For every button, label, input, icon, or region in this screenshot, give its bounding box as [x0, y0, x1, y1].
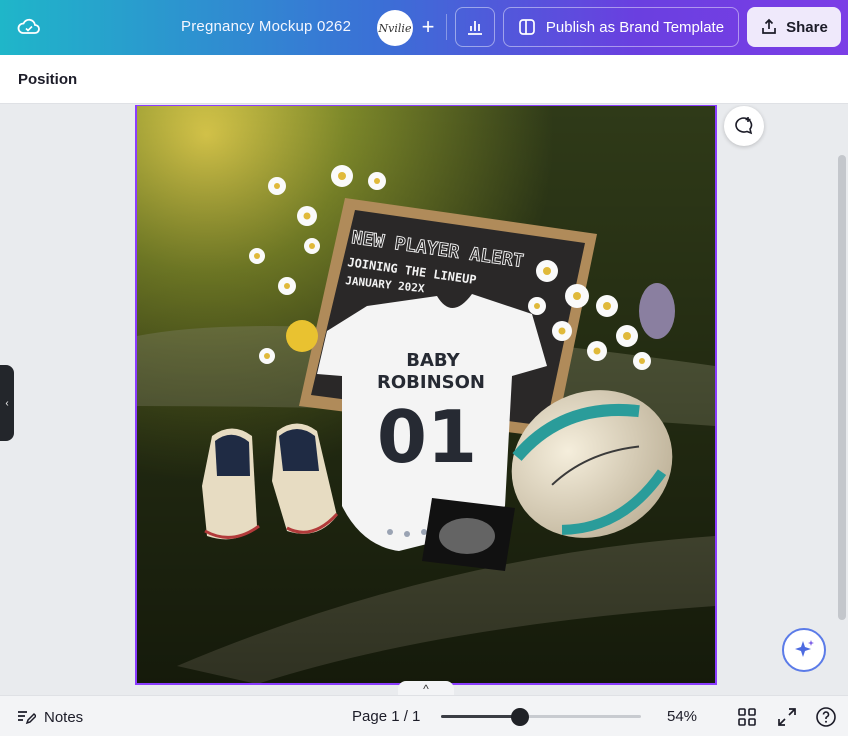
editor-footer: Notes Page 1 / 1 54% [0, 695, 848, 736]
zoom-slider[interactable] [441, 708, 641, 726]
context-toolbar: Position [0, 55, 848, 104]
plus-icon: + [421, 14, 435, 39]
share-button[interactable]: Share [747, 7, 841, 47]
canvas-area: ‹ NEW PLAYER ALERT JOINING THE LINEUP JA… [0, 105, 848, 695]
onesie-line-2: ROBINSON [377, 372, 485, 393]
expand-pages-toggle[interactable]: ^ [398, 681, 454, 695]
pregnancy-mockup-image: NEW PLAYER ALERT JOINING THE LINEUP JANU… [137, 106, 715, 683]
header-divider [446, 14, 447, 40]
magic-assistant-button[interactable] [782, 628, 826, 672]
zoom-percentage[interactable]: 54% [667, 708, 697, 725]
cloud-sync-icon[interactable] [16, 14, 42, 40]
notes-label: Notes [44, 708, 84, 726]
document-title[interactable]: Pregnancy Mockup 0262 [181, 18, 351, 35]
position-button[interactable]: Position [18, 71, 77, 88]
share-upload-icon [762, 18, 776, 34]
zoom-slider-thumb[interactable] [511, 708, 529, 726]
onesie-number: 01 [377, 395, 477, 479]
help-icon[interactable] [815, 706, 837, 728]
comment-plus-icon [735, 117, 753, 135]
fullscreen-icon[interactable] [776, 706, 798, 728]
grid-view-icon[interactable] [736, 706, 758, 728]
publish-brand-template-button[interactable]: Publish as Brand Template [503, 7, 739, 47]
side-panel-toggle[interactable]: ‹ [0, 365, 14, 441]
ultrasound-photo [422, 498, 515, 571]
publish-label: Publish as Brand Template [545, 18, 725, 36]
vertical-scrollbar[interactable] [838, 155, 846, 620]
add-comment-button[interactable] [724, 106, 764, 146]
design-page[interactable]: NEW PLAYER ALERT JOINING THE LINEUP JANU… [135, 105, 717, 685]
editor-header: Pregnancy Mockup 0262 Nvilie + Publish a… [0, 0, 848, 55]
user-avatar[interactable]: Nvilie [377, 10, 413, 46]
sparkle-icon [795, 640, 814, 657]
insights-button[interactable] [455, 7, 495, 47]
notes-icon [18, 711, 36, 725]
share-label: Share [786, 18, 828, 36]
notes-button[interactable]: Notes [16, 707, 83, 727]
bar-chart-icon [468, 21, 482, 35]
page-indicator[interactable]: Page 1 / 1 [352, 708, 420, 725]
zoom-slider-fill [441, 715, 520, 718]
onesie-line-1: BABY [406, 350, 460, 371]
template-icon [519, 19, 535, 35]
add-collaborator-button[interactable]: + [415, 13, 441, 41]
